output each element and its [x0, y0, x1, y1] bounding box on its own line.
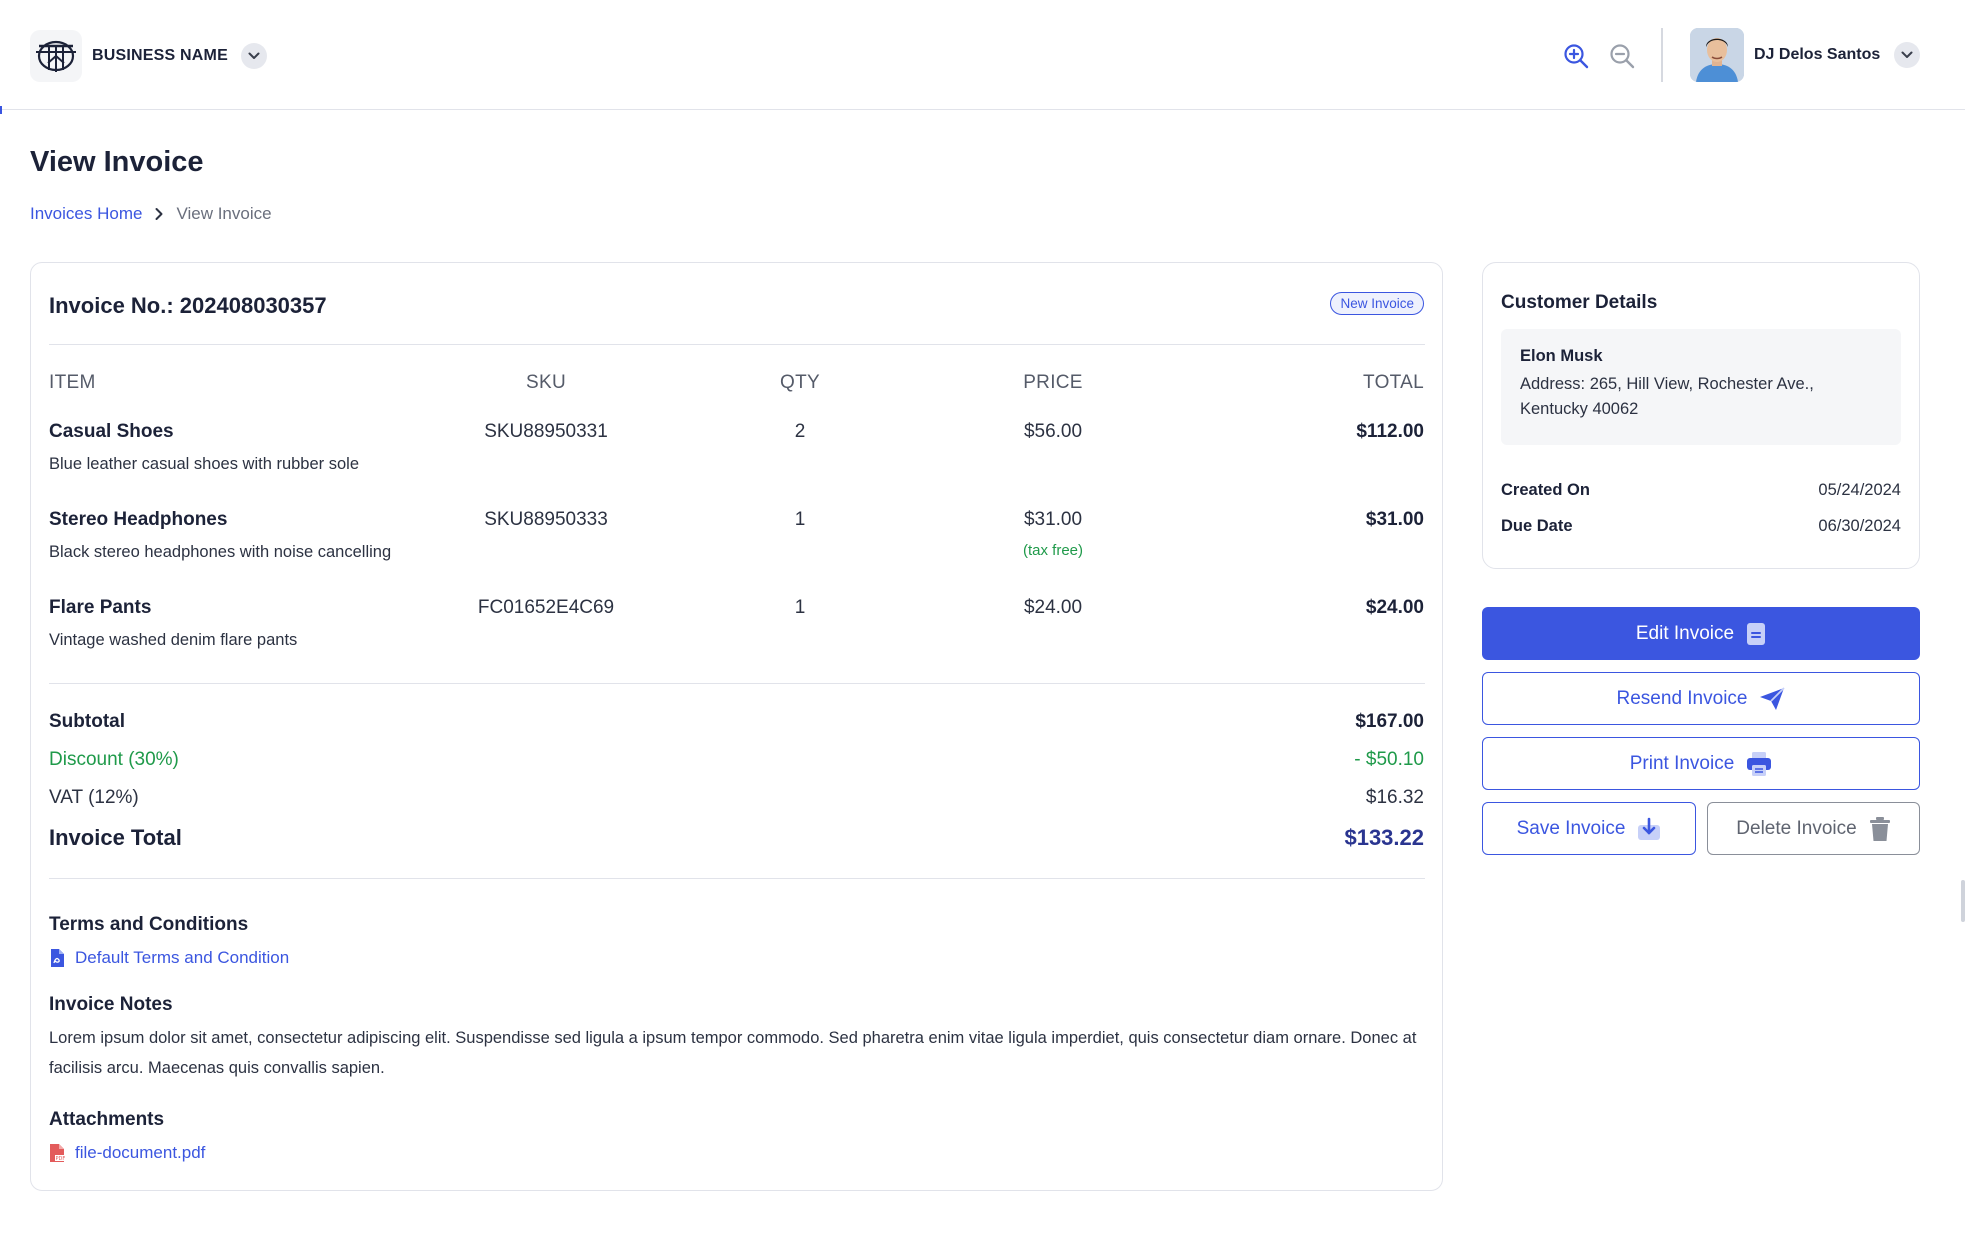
item-sku: SKU88950331 [484, 421, 608, 442]
scrollbar-thumb[interactable] [1961, 880, 1965, 922]
divider [49, 683, 1425, 684]
pdf-icon: PDF [50, 1144, 66, 1162]
item-name: Stereo Headphones [49, 509, 228, 530]
tax-free-note: (tax free) [1022, 542, 1084, 559]
item-name: Flare Pants [49, 597, 152, 618]
created-on-label: Created On [1501, 481, 1590, 499]
item-total: $24.00 [1365, 597, 1424, 618]
invoice-card: Invoice No.: 202408030357 New Invoice IT… [30, 262, 1443, 1191]
item-description: Vintage washed denim flare pants [49, 631, 298, 649]
customer-name: Elon Musk [1520, 347, 1603, 365]
customer-details-title: Customer Details [1501, 292, 1658, 313]
item-sku: FC01652E4C69 [477, 597, 615, 618]
notes-text: Lorem ipsum dolor sit amet, consectetur … [49, 1029, 1417, 1077]
item-description: Black stereo headphones with noise cance… [49, 543, 392, 561]
item-total: $31.00 [1365, 509, 1424, 530]
breadcrumb: Invoices Home View Invoice [30, 204, 272, 224]
resend-invoice-button[interactable]: Resend Invoice [1482, 672, 1920, 725]
delete-invoice-label: Delete Invoice [1736, 817, 1857, 839]
column-header-qty: QTY [780, 372, 820, 393]
discount-label: Discount (30%) [49, 749, 179, 770]
item-sku: SKU88950333 [484, 509, 608, 530]
status-badge: New Invoice [1330, 292, 1424, 315]
save-invoice-label: Save Invoice [1516, 817, 1626, 839]
due-date-label: Due Date [1501, 517, 1573, 535]
due-date-value: 06/30/2024 [1818, 517, 1901, 535]
item-description: Blue leather casual shoes with rubber so… [49, 455, 360, 473]
attachment-file-name: file-document.pdf [75, 1143, 206, 1162]
zoom-out-icon[interactable] [1608, 42, 1636, 75]
top-bar: BUSINESS NAME DJ Delos Santos [0, 0, 1965, 114]
column-header-sku: SKU [526, 372, 566, 393]
terms-link-label: Default Terms and Condition [75, 948, 290, 967]
terms-title: Terms and Conditions [49, 914, 249, 935]
document-icon [51, 949, 64, 967]
subtotal-label: Subtotal [49, 711, 125, 732]
column-header-item: ITEM [49, 372, 96, 393]
user-name: DJ Delos Santos [1754, 46, 1881, 63]
logo-icon [30, 30, 82, 82]
item-qty: 1 [794, 509, 806, 530]
chevron-down-icon[interactable] [1894, 42, 1921, 68]
invoice-number: Invoice No.: 202408030357 [49, 293, 327, 318]
page-title: View Invoice [30, 146, 204, 178]
breadcrumb-invoices-home[interactable]: Invoices Home [30, 204, 142, 224]
print-invoice-button[interactable]: Print Invoice [1482, 737, 1920, 790]
terms-link[interactable]: Default Terms and Condition [49, 948, 289, 968]
divider [49, 878, 1425, 879]
printer-icon [1747, 751, 1772, 776]
svg-text:PDF: PDF [56, 1156, 66, 1162]
edit-invoice-button[interactable]: Edit Invoice [1482, 607, 1920, 660]
attachment-link[interactable]: PDF file-document.pdf [49, 1143, 205, 1163]
vat-value: $16.32 [1365, 787, 1424, 808]
download-icon [1638, 817, 1661, 840]
customer-info-box: Elon Musk Address: 265, Hill View, Roche… [1501, 329, 1901, 445]
attachments-title: Attachments [49, 1109, 165, 1130]
delete-invoice-button[interactable]: Delete Invoice [1707, 802, 1920, 855]
print-invoice-label: Print Invoice [1629, 752, 1735, 774]
divider [49, 344, 1425, 345]
resend-invoice-label: Resend Invoice [1616, 687, 1748, 709]
edit-invoice-label: Edit Invoice [1635, 622, 1735, 644]
item-price: $31.00 [1023, 509, 1083, 530]
zoom-in-icon[interactable] [1562, 42, 1590, 75]
item-price: $56.00 [1023, 421, 1083, 442]
subtotal-value: $167.00 [1355, 711, 1424, 732]
item-price: $24.00 [1023, 597, 1083, 618]
item-total: $112.00 [1356, 421, 1424, 442]
chevron-right-icon [154, 207, 164, 221]
trash-icon [1869, 816, 1890, 841]
discount-value: - $50.10 [1354, 749, 1424, 770]
save-invoice-button[interactable]: Save Invoice [1482, 802, 1696, 855]
invoice-total-label: Invoice Total [49, 825, 182, 850]
chevron-down-icon[interactable] [240, 43, 267, 69]
send-icon [1760, 686, 1786, 710]
user-menu[interactable]: DJ Delos Santos [1690, 28, 1921, 82]
created-on-value: 05/24/2024 [1818, 481, 1901, 499]
customer-details-card: Customer Details Elon Musk Address: 265,… [1482, 262, 1920, 569]
column-header-price: PRICE [1023, 372, 1083, 393]
item-qty: 1 [794, 597, 806, 618]
header-divider [1661, 28, 1663, 82]
edit-document-icon [1747, 622, 1766, 645]
column-header-total: TOTAL [1363, 372, 1424, 393]
item-qty: 2 [794, 421, 806, 442]
business-switcher[interactable]: BUSINESS NAME [30, 30, 267, 82]
vat-label: VAT (12%) [49, 787, 139, 808]
business-name: BUSINESS NAME [92, 47, 228, 64]
invoice-total-value: $133.22 [1344, 825, 1424, 850]
avatar[interactable] [1690, 28, 1744, 82]
customer-address: Address: 265, Hill View, Rochester Ave.,… [1520, 375, 1814, 418]
header-accent [0, 106, 2, 114]
notes-title: Invoice Notes [49, 994, 173, 1015]
item-name: Casual Shoes [49, 421, 174, 442]
breadcrumb-current: View Invoice [176, 204, 272, 223]
